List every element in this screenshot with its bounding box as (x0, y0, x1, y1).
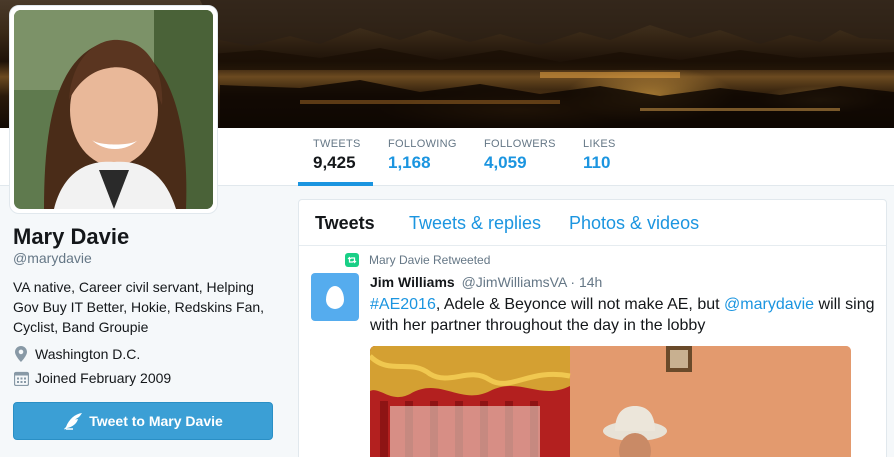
profile-card: Mary Davie @marydavie VA native, Career … (13, 224, 283, 440)
profile-location-text: Washington D.C. (35, 346, 141, 362)
tweet-mention-link[interactable]: @marydavie (724, 296, 814, 313)
calendar-icon (13, 370, 29, 386)
avatar-photo (14, 10, 213, 209)
stat-tweets-value: 9,425 (313, 153, 356, 172)
profile-handle[interactable]: @marydavie (13, 250, 283, 266)
quill-icon (63, 412, 83, 430)
tweet-to-button-label: Tweet to Mary Davie (89, 413, 223, 429)
stat-following[interactable]: FOLLOWING 1,168 (388, 138, 457, 186)
tweet-header: Jim Williams @JimWilliamsVA · 14h (370, 274, 602, 290)
stat-following-label: FOLLOWING (388, 138, 457, 150)
stat-tweets-label: TWEETS (313, 138, 361, 150)
tweet-separator: · (566, 274, 579, 290)
tweet-hashtag-link[interactable]: #AE2016 (370, 296, 436, 313)
stat-followers-value: 4,059 (484, 153, 527, 172)
tweet-author-username[interactable]: @JimWilliamsVA (462, 274, 567, 290)
egg-icon (326, 285, 344, 309)
stat-likes-label: LIKES (583, 138, 616, 150)
stat-likes[interactable]: LIKES 110 (583, 138, 616, 186)
stat-followers-label: FOLLOWERS (484, 138, 556, 150)
stat-followers[interactable]: FOLLOWERS 4,059 (484, 138, 556, 186)
profile-avatar[interactable] (9, 5, 218, 214)
profile-bio: VA native, Career civil servant, Helping… (13, 279, 265, 335)
tweet-text-middle: , Adele & Beyonce will not make AE, but (435, 296, 725, 313)
tweet-media-photo[interactable] (370, 346, 851, 457)
stat-likes-value: 110 (583, 153, 611, 172)
profile-name[interactable]: Mary Davie (13, 224, 283, 250)
tweet-author-name[interactable]: Jim Williams (370, 274, 455, 290)
tab-tweets-and-replies[interactable]: Tweets & replies (409, 213, 541, 234)
tweet-text: #AE2016, Adele & Beyonce will not make A… (370, 294, 875, 336)
tweet-to-button[interactable]: Tweet to Mary Davie (13, 402, 273, 440)
map-pin-icon (13, 346, 29, 362)
stat-following-value: 1,168 (388, 153, 431, 172)
profile-joined: Joined February 2009 (13, 369, 283, 387)
stat-tweets[interactable]: TWEETS 9,425 (298, 138, 373, 186)
tweet-timestamp[interactable]: 14h (579, 274, 602, 290)
retweet-context-text: Mary Davie Retweeted (369, 253, 491, 267)
timeline: Tweets Tweets & replies Photos & videos … (298, 199, 887, 457)
tab-photos-and-videos[interactable]: Photos & videos (569, 213, 699, 234)
retweet-icon (345, 253, 359, 267)
tab-tweets[interactable]: Tweets (315, 213, 375, 234)
profile-joined-text: Joined February 2009 (35, 370, 172, 386)
profile-location: Washington D.C. (13, 345, 283, 363)
tweet-author-avatar[interactable] (311, 273, 359, 321)
timeline-tabs: Tweets Tweets & replies Photos & videos (299, 200, 886, 246)
retweet-context[interactable]: Mary Davie Retweeted (345, 253, 490, 267)
